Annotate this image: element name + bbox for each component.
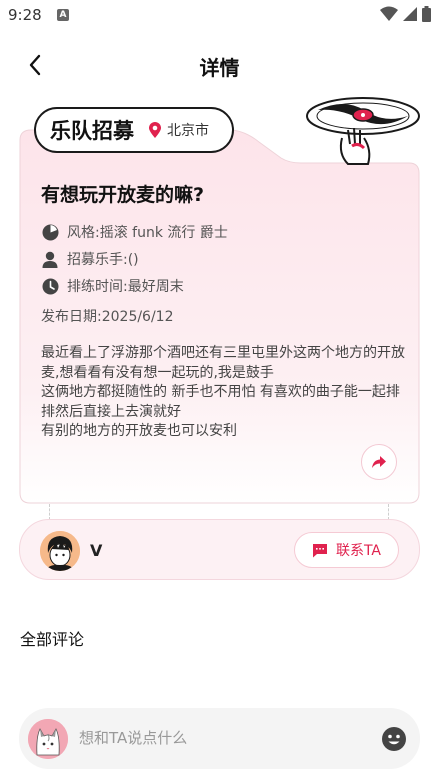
music-note-icon <box>41 223 59 241</box>
status-icons <box>380 6 431 22</box>
location-text: 北京市 <box>167 123 209 139</box>
connector-left <box>49 504 50 520</box>
status-bar: 9:28 A <box>0 0 439 30</box>
battery-icon <box>422 6 431 22</box>
clock-icon <box>41 277 59 295</box>
chat-bubble-icon <box>312 543 327 557</box>
recruit-card: 乐队招募 北京市 有想玩开放麦的嘛? 风格:摇滚 funk 流行 爵士 招募乐手… <box>19 97 420 505</box>
rehearsal-text: 排练时间:最好周末 <box>67 279 184 295</box>
share-button[interactable] <box>361 444 397 480</box>
author-bar: V 联系TA <box>19 519 420 580</box>
rehearsal-row: 排练时间:最好周末 <box>41 276 184 296</box>
comment-input[interactable] <box>79 724 369 752</box>
post-body: 最近看上了浮游那个酒吧还有三里屯里外这两个地方的开放麦,想看看有没有想一起玩的,… <box>41 345 405 439</box>
author-name[interactable]: V <box>90 541 102 560</box>
header: 详情 <box>0 40 439 88</box>
share-icon <box>372 456 386 468</box>
my-avatar <box>28 719 68 759</box>
contact-button[interactable]: 联系TA <box>294 532 399 568</box>
recruit-row: 招募乐手:() <box>41 249 139 269</box>
category-tag: 乐队招募 北京市 <box>34 107 234 153</box>
post-title: 有想玩开放麦的嘛? <box>41 184 205 206</box>
connector-right <box>388 504 389 520</box>
recruit-text: 招募乐手:() <box>67 252 139 268</box>
style-text: 风格:摇滚 funk 流行 爵士 <box>67 225 228 241</box>
signal-icon <box>403 7 417 21</box>
location-pin-icon <box>149 121 161 138</box>
location: 北京市 <box>148 120 209 140</box>
person-icon <box>41 250 59 268</box>
wifi-icon <box>380 6 398 21</box>
comments-title: 全部评论 <box>20 630 85 649</box>
emoji-button[interactable] <box>381 726 407 752</box>
status-time: 9:28 <box>8 6 42 24</box>
smiley-icon <box>382 727 406 751</box>
comment-bar <box>19 708 420 769</box>
contact-label: 联系TA <box>335 543 382 559</box>
style-row: 风格:摇滚 funk 流行 爵士 <box>41 222 228 242</box>
post-date: 发布日期:2025/6/12 <box>41 309 174 325</box>
avatar[interactable] <box>40 531 80 571</box>
vinyl-record-icon <box>306 97 420 165</box>
category-title: 乐队招募 <box>50 119 134 143</box>
page-title: 详情 <box>199 56 240 80</box>
app-notification-icon: A <box>57 9 69 21</box>
